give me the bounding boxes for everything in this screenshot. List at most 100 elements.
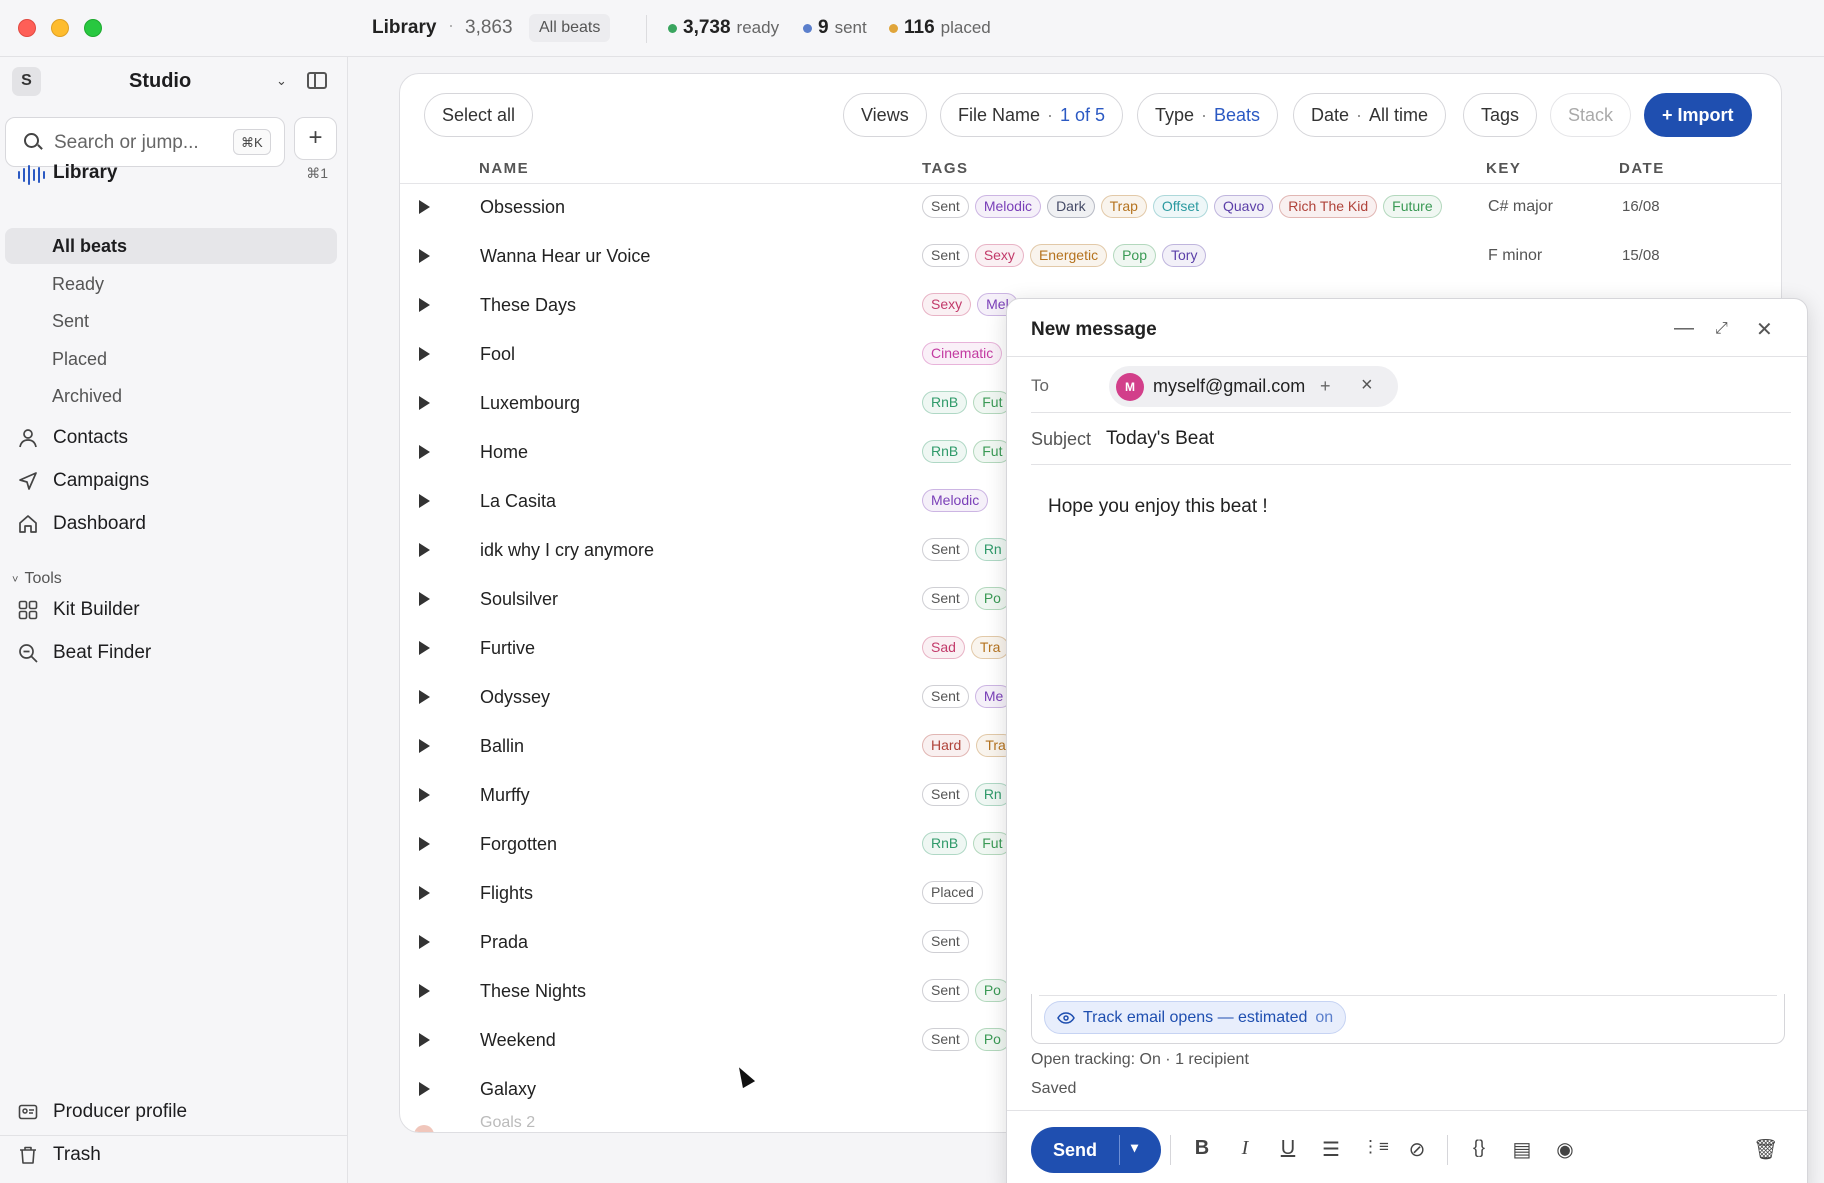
stack-button[interactable]: Stack xyxy=(1550,93,1632,137)
underline-icon[interactable]: U xyxy=(1276,1137,1300,1160)
date-filter[interactable]: Date · All time xyxy=(1293,93,1447,137)
tag-chip[interactable]: Sent xyxy=(922,783,969,806)
column-tags[interactable]: TAGS xyxy=(922,160,969,177)
tag-chip[interactable]: Tra xyxy=(970,636,1010,659)
play-icon[interactable] xyxy=(419,984,430,998)
tag-chip[interactable]: Sent xyxy=(922,587,969,610)
add-recipient-icon[interactable]: + xyxy=(1320,376,1331,397)
bold-icon[interactable]: B xyxy=(1190,1137,1214,1160)
tag-chip[interactable]: Trap xyxy=(1100,195,1147,218)
tag-chip[interactable]: Hard xyxy=(922,734,971,757)
sidebar-item-all-beats[interactable]: All beats xyxy=(5,228,337,264)
tools-section-header[interactable]: ˅ Tools xyxy=(12,570,62,588)
bullet-list-icon[interactable]: ☰ xyxy=(1319,1137,1343,1162)
play-icon[interactable] xyxy=(419,886,430,900)
tag-chip[interactable]: Sent xyxy=(922,930,969,953)
play-icon[interactable] xyxy=(419,788,430,802)
table-row[interactable]: Obsession Sent Melodic Dark Trap Offset Quavo R… xyxy=(400,184,1781,233)
play-icon[interactable] xyxy=(419,1033,430,1047)
tag-chip[interactable]: Sent xyxy=(922,1028,969,1051)
remove-recipient-icon[interactable]: × xyxy=(1361,374,1373,397)
sidebar-item-campaigns[interactable]: Campaigns xyxy=(18,466,318,496)
sidebar-item-contacts[interactable]: Contacts xyxy=(18,423,318,453)
select-all-button[interactable]: Select all xyxy=(424,93,534,137)
tag-chip[interactable]: Offset xyxy=(1152,195,1208,218)
tag-chip[interactable]: Sad xyxy=(922,636,965,659)
tag-chip[interactable]: Po xyxy=(974,1028,1010,1051)
file-name-filter[interactable]: File Name · 1 of 5 xyxy=(940,93,1124,137)
link-icon[interactable]: ⊘ xyxy=(1405,1137,1429,1162)
sidebar-item-sent[interactable]: Sent xyxy=(5,303,337,339)
sidebar-item-kit-builder[interactable]: Kit Builder xyxy=(18,595,318,625)
sidebar-item-placed[interactable]: Placed xyxy=(5,341,337,377)
chevron-down-icon[interactable]: ▾ xyxy=(1131,1139,1138,1156)
workspace-switcher[interactable]: S Studio ⌄ xyxy=(12,66,312,96)
numbered-list-icon[interactable]: ⋮≡ xyxy=(1362,1137,1389,1157)
tag-chip[interactable]: Melodic xyxy=(922,489,989,512)
tag-chip[interactable]: Sent xyxy=(922,244,969,267)
play-icon[interactable] xyxy=(419,445,430,459)
play-icon[interactable] xyxy=(419,200,430,214)
sidebar-item-ready[interactable]: Ready xyxy=(5,266,337,302)
tag-chip[interactable]: RnB xyxy=(922,440,968,463)
send-button[interactable]: Send ▾ xyxy=(1031,1127,1161,1173)
sidebar-item-dashboard[interactable]: Dashboard xyxy=(18,509,318,539)
tag-chip[interactable]: Placed xyxy=(922,881,983,904)
expand-icon[interactable]: ⤢ xyxy=(1715,320,1728,338)
sidebar-item-producer-profile[interactable]: Producer profile xyxy=(18,1097,318,1127)
tag-chip[interactable]: Tory xyxy=(1162,244,1207,267)
close-icon[interactable]: ✕ xyxy=(1756,317,1773,342)
play-icon[interactable] xyxy=(419,543,430,557)
tag-chip[interactable]: Sent xyxy=(922,685,969,708)
tag-chip[interactable]: Sexy xyxy=(922,293,972,316)
column-name[interactable]: NAME xyxy=(479,160,529,177)
play-icon[interactable] xyxy=(419,494,430,508)
variables-icon[interactable]: {} xyxy=(1467,1137,1491,1158)
play-icon[interactable] xyxy=(419,641,430,655)
zoom-window-button[interactable] xyxy=(84,19,102,37)
play-icon[interactable] xyxy=(419,690,430,704)
tag-chip[interactable]: Energetic xyxy=(1029,244,1108,267)
message-body[interactable]: Hope you enjoy this beat ! xyxy=(1048,496,1268,518)
type-filter[interactable]: Type · Beats xyxy=(1137,93,1279,137)
close-window-button[interactable] xyxy=(18,19,36,37)
table-row[interactable]: Wanna Hear ur Voice Sent Sexy Energetic Pop T… xyxy=(400,233,1781,282)
play-icon[interactable] xyxy=(419,935,430,949)
tag-chip[interactable]: Rich The Kid xyxy=(1279,195,1378,218)
tag-chip[interactable]: Sexy xyxy=(974,244,1024,267)
filter-badge[interactable]: All beats xyxy=(529,14,611,42)
tags-filter[interactable]: Tags xyxy=(1463,93,1538,137)
play-icon[interactable] xyxy=(419,1082,430,1096)
sidebar-item-beat-finder[interactable]: Beat Finder xyxy=(18,638,318,668)
tag-chip[interactable]: Dark xyxy=(1047,195,1095,218)
tag-chip[interactable]: Sent xyxy=(922,979,969,1002)
play-icon[interactable] xyxy=(419,298,430,312)
recipient-chip[interactable]: M myself@gmail.com + × xyxy=(1109,366,1398,407)
minimize-window-button[interactable] xyxy=(51,19,69,37)
import-button[interactable]: + Import xyxy=(1644,93,1752,137)
sidebar-item-trash[interactable]: Trash xyxy=(18,1140,318,1170)
sidebar-item-archived[interactable]: Archived xyxy=(5,378,337,414)
tag-chip[interactable]: RnB xyxy=(922,391,968,414)
tag-chip[interactable]: Cinematic xyxy=(922,342,1003,365)
subject-field[interactable]: Today's Beat xyxy=(1106,428,1214,450)
tag-chip[interactable]: Sent xyxy=(922,195,969,218)
tag-chip[interactable]: RnB xyxy=(922,832,968,855)
new-item-button[interactable]: + xyxy=(294,117,337,160)
tag-chip[interactable]: Melodic xyxy=(974,195,1042,218)
play-icon[interactable] xyxy=(419,347,430,361)
toggle-sidebar-icon[interactable] xyxy=(307,72,327,89)
tag-chip[interactable]: Sent xyxy=(922,538,969,561)
track-opens-toggle[interactable]: Track email opens — estimated on xyxy=(1044,1001,1347,1034)
tag-chip[interactable]: Pop xyxy=(1113,244,1157,267)
minimize-icon[interactable]: — xyxy=(1674,317,1694,340)
play-icon[interactable] xyxy=(419,249,430,263)
views-button[interactable]: Views xyxy=(843,93,927,137)
trash-icon[interactable]: 🗑 xyxy=(1753,1137,1778,1162)
italic-icon[interactable]: I xyxy=(1233,1137,1257,1160)
play-icon[interactable] xyxy=(419,396,430,410)
play-icon[interactable] xyxy=(419,739,430,753)
template-icon[interactable]: ▤ xyxy=(1510,1137,1534,1162)
tag-chip[interactable]: Quavo xyxy=(1214,195,1274,218)
sidebar-item-library[interactable]: Library ⌘1 xyxy=(18,157,328,187)
